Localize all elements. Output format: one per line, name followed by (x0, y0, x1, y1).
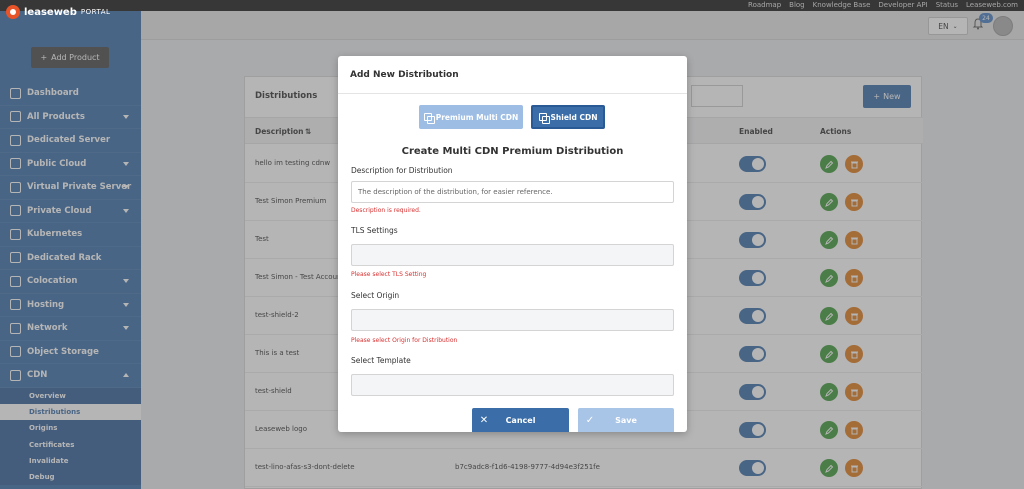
close-icon: ✕ (479, 414, 489, 426)
description-error: Description is required. (351, 207, 421, 214)
tab-label: Shield CDN (550, 112, 598, 122)
origin-error: Please select Origin for Distribution (351, 337, 458, 344)
tls-label: TLS Settings (351, 226, 398, 235)
logo-portal: PORTAL (80, 8, 111, 16)
origin-select[interactable] (351, 309, 674, 331)
template-select[interactable] (351, 374, 674, 396)
save-label: Save (615, 415, 637, 425)
form-title: Create Multi CDN Premium Distribution (401, 146, 624, 157)
origin-label: Select Origin (351, 291, 400, 300)
modal-title: Add New Distribution (350, 70, 459, 80)
description-input[interactable]: The description of the distribution, for… (351, 181, 674, 203)
tab-label: Premium Multi CDN (435, 112, 519, 122)
template-label: Select Template (351, 356, 411, 365)
leaseweb-logo-icon (6, 5, 20, 19)
description-label: Description for Distribution (351, 166, 453, 175)
tls-error: Please select TLS Setting (351, 271, 427, 278)
copy-icon (423, 113, 435, 124)
tls-select[interactable] (351, 244, 674, 266)
tab-premium-multi-cdn[interactable]: Premium Multi CDN (419, 105, 523, 129)
copy-icon (538, 113, 550, 124)
cancel-label: Cancel (505, 415, 536, 425)
tab-shield-cdn[interactable]: Shield CDN (531, 105, 605, 129)
save-button[interactable]: ✓ Save (578, 408, 674, 432)
add-distribution-modal: Add New Distribution Premium Multi CDN S… (338, 56, 687, 432)
check-icon: ✓ (585, 414, 595, 426)
description-placeholder: The description of the distribution, for… (358, 188, 553, 196)
logo[interactable]: leaseweb PORTAL (6, 2, 110, 22)
cancel-button[interactable]: ✕ Cancel (472, 408, 569, 432)
modal-header: Add New Distribution (338, 56, 687, 94)
logo-brand: leaseweb (24, 6, 77, 18)
